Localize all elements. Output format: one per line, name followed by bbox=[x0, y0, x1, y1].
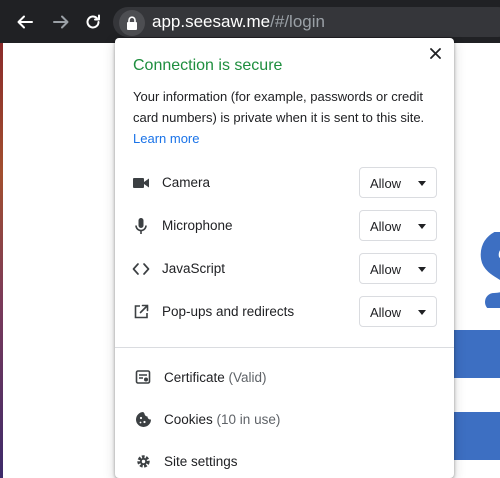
info-title: Certificate bbox=[164, 370, 225, 385]
description-text: Your information (for example, passwords… bbox=[133, 89, 425, 125]
permission-row-microphone: Microphone Allow bbox=[115, 209, 454, 243]
learn-more-link[interactable]: Learn more bbox=[133, 131, 199, 146]
permission-label: Microphone bbox=[162, 218, 233, 233]
site-info-button[interactable] bbox=[119, 10, 145, 36]
select-value: Allow bbox=[370, 176, 402, 191]
select-value: Allow bbox=[370, 262, 402, 277]
url-path: /#/login bbox=[270, 12, 325, 31]
certificate-icon bbox=[133, 367, 153, 387]
chevron-down-icon bbox=[418, 310, 426, 315]
page-block bbox=[452, 412, 500, 460]
chevron-down-icon bbox=[418, 181, 426, 186]
cookie-icon bbox=[133, 409, 153, 429]
arrow-right-icon bbox=[53, 15, 69, 29]
permission-label: Pop-ups and redirects bbox=[162, 304, 295, 319]
microphone-icon bbox=[131, 216, 151, 236]
site-info-popup: Connection is secure Your information (f… bbox=[115, 38, 454, 478]
info-title: Site settings bbox=[164, 454, 238, 469]
lock-icon bbox=[127, 16, 137, 30]
connection-title: Connection is secure bbox=[133, 57, 283, 74]
gear-icon bbox=[133, 451, 153, 471]
code-icon bbox=[131, 259, 151, 279]
divider bbox=[115, 347, 454, 348]
permission-label: JavaScript bbox=[162, 261, 226, 276]
select-value: Allow bbox=[370, 219, 402, 234]
page-edge bbox=[0, 43, 3, 478]
url-host: app.seesaw.me bbox=[152, 12, 271, 31]
popups-permission-select[interactable]: Allow bbox=[359, 296, 437, 327]
forward-button[interactable] bbox=[49, 10, 73, 34]
reload-icon bbox=[86, 14, 100, 29]
close-icon bbox=[429, 47, 441, 59]
url-text[interactable]: app.seesaw.me/#/login bbox=[152, 11, 325, 33]
connection-description: Your information (for example, passwords… bbox=[133, 86, 433, 149]
javascript-permission-select[interactable]: Allow bbox=[359, 253, 437, 284]
reload-button[interactable] bbox=[81, 10, 105, 34]
info-sub: (10 in use) bbox=[216, 412, 281, 427]
certificate-label: Certificate (Valid) bbox=[164, 370, 267, 385]
popup-icon bbox=[131, 302, 151, 322]
site-settings-row[interactable]: Site settings bbox=[115, 443, 454, 478]
site-settings-label: Site settings bbox=[164, 454, 238, 469]
certificate-row[interactable]: Certificate (Valid) bbox=[115, 359, 454, 395]
camera-permission-select[interactable]: Allow bbox=[359, 167, 437, 198]
microphone-permission-select[interactable]: Allow bbox=[359, 210, 437, 241]
info-title: Cookies bbox=[164, 412, 213, 427]
permission-label: Camera bbox=[162, 175, 211, 190]
permission-row-popups: Pop-ups and redirects Allow bbox=[115, 295, 454, 329]
close-button[interactable] bbox=[426, 44, 444, 62]
browser-toolbar: app.seesaw.me/#/login bbox=[0, 0, 500, 43]
chevron-down-icon bbox=[418, 224, 426, 229]
arrow-left-icon bbox=[17, 15, 33, 29]
select-value: Allow bbox=[370, 305, 402, 320]
camera-icon bbox=[131, 173, 151, 193]
permission-row-camera: Camera Allow bbox=[115, 166, 454, 200]
chevron-down-icon bbox=[418, 267, 426, 272]
info-sub: (Valid) bbox=[228, 370, 267, 385]
seesaw-logo-fragment bbox=[480, 232, 500, 308]
permission-row-javascript: JavaScript Allow bbox=[115, 252, 454, 286]
cookies-row[interactable]: Cookies (10 in use) bbox=[115, 401, 454, 437]
back-button[interactable] bbox=[13, 10, 37, 34]
page-block bbox=[452, 330, 500, 378]
cookies-label: Cookies (10 in use) bbox=[164, 412, 280, 427]
